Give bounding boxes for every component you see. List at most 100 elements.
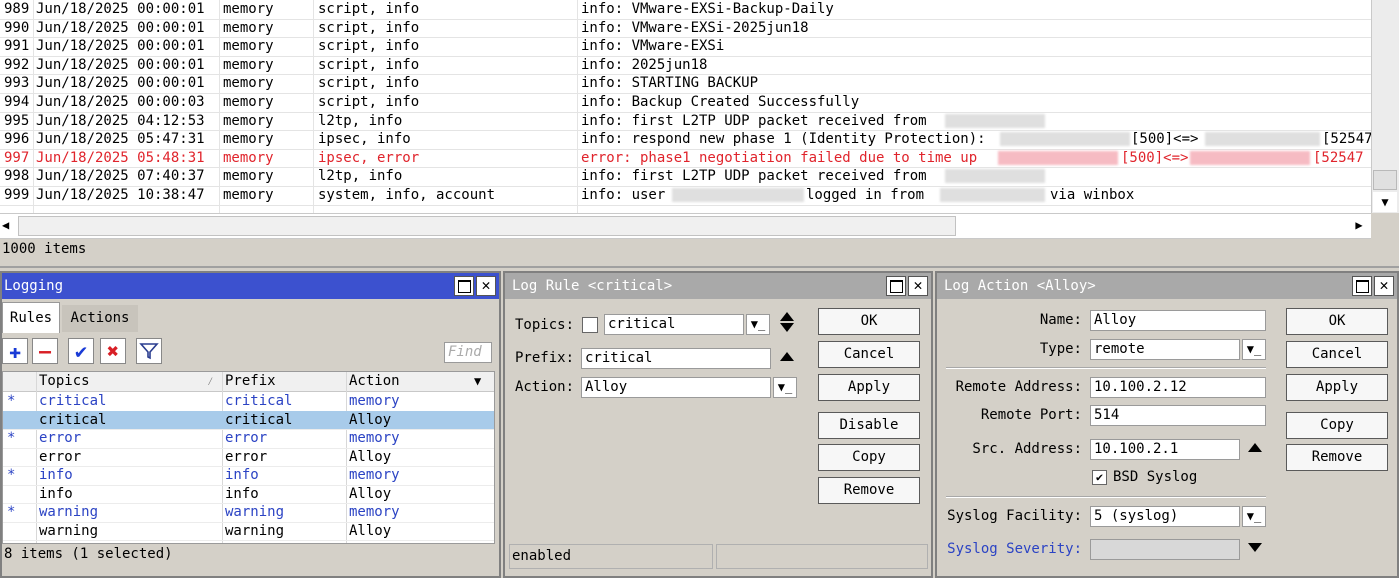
column-header-topics[interactable]: Topics — [39, 372, 90, 391]
filter-icon[interactable] — [136, 338, 162, 364]
syslog-facility-dropdown-arrow-icon[interactable]: ▼̲ — [1242, 506, 1266, 527]
log-row-buffer: memory — [223, 75, 274, 92]
log-row-buffer: memory — [223, 94, 274, 110]
remove-button[interactable]: Remove — [1286, 444, 1388, 471]
rules-table[interactable]: Topics ⁄ Prefix Action ▼ * critical critic… — [2, 371, 495, 544]
log-row[interactable]: 994 Jun/18/2025 00:00:03 memory script, inf… — [0, 93, 1371, 113]
log-row[interactable]: 991 Jun/18/2025 00:00:01 memory script, inf… — [0, 37, 1371, 57]
maximize-icon[interactable] — [454, 276, 474, 296]
log-row-message: info: 2025jun18 — [581, 56, 708, 73]
topics-dropdown-arrow-icon[interactable]: ▼̲ — [746, 314, 770, 335]
column-header-action[interactable]: Action — [349, 372, 400, 391]
action-select[interactable]: Alloy — [581, 377, 771, 398]
topics-negate-checkbox[interactable] — [582, 317, 598, 333]
apply-button[interactable]: Apply — [818, 374, 920, 401]
bsd-syslog-checkbox[interactable]: ✔ — [1092, 470, 1107, 485]
log-row[interactable]: 989 Jun/18/2025 00:00:01 memory script, inf… — [0, 0, 1371, 20]
find-input[interactable]: Find — [444, 342, 492, 363]
log-row-topics: ipsec, error — [318, 149, 420, 166]
copy-button[interactable]: Copy — [818, 444, 920, 471]
rule-row[interactable]: warning warning Alloy — [3, 522, 494, 542]
rule-row[interactable]: info info Alloy — [3, 485, 494, 505]
log-row[interactable]: 997 Jun/18/2025 05:48:31 memory ipsec, erro… — [0, 149, 1371, 169]
name-input[interactable]: Alloy — [1090, 310, 1266, 331]
remote-address-input[interactable]: 10.100.2.12 — [1090, 377, 1266, 398]
rule-row-action: memory — [349, 430, 400, 447]
close-icon[interactable]: ✕ — [476, 276, 496, 296]
scroll-left-arrow-icon[interactable]: ◀ — [2, 216, 16, 234]
log-row-time: Jun/18/2025 00:00:01 — [36, 75, 205, 92]
log-row[interactable]: 996 Jun/18/2025 05:47:31 memory ipsec, info… — [0, 130, 1371, 150]
log-action-titlebar[interactable]: Log Action <Alloy> ✕ — [937, 273, 1397, 299]
log-row[interactable]: 992 Jun/18/2025 00:00:01 memory script, inf… — [0, 56, 1371, 76]
move-down-icon[interactable] — [780, 323, 794, 332]
log-row-topics: system, info, account — [318, 187, 496, 203]
column-header-prefix[interactable]: Prefix — [225, 372, 276, 391]
maximize-icon[interactable] — [886, 276, 906, 296]
log-row[interactable]: 998 Jun/18/2025 07:40:37 memory l2tp, info i… — [0, 167, 1371, 187]
enable-check-icon[interactable]: ✔ — [68, 338, 94, 364]
log-row-topics: l2tp, info — [318, 168, 403, 185]
scroll-right-arrow-icon[interactable]: ▶ — [1351, 216, 1367, 234]
rule-row-action: memory — [349, 467, 400, 484]
vertical-scroll-thumb[interactable] — [1373, 170, 1397, 190]
type-dropdown-arrow-icon[interactable]: ▼̲ — [1242, 339, 1266, 360]
log-rule-titlebar[interactable]: Log Rule <critical> ✕ — [505, 273, 931, 299]
log-row-buffer: memory — [223, 168, 274, 185]
horizontal-scroll-thumb[interactable] — [18, 216, 956, 236]
disable-button[interactable]: Disable — [818, 412, 920, 439]
cancel-button[interactable]: Cancel — [818, 341, 920, 368]
maximize-icon[interactable] — [1352, 276, 1372, 296]
rule-row-action: Alloy — [349, 522, 392, 539]
action-label: Action: — [515, 379, 575, 395]
ok-button[interactable]: OK — [818, 308, 920, 335]
log-row-topics: ipsec, info — [318, 131, 411, 148]
remove-button[interactable]: Remove — [818, 477, 920, 504]
logging-titlebar[interactable]: Logging ✕ — [2, 273, 499, 299]
splitter[interactable] — [0, 266, 1399, 268]
rule-row[interactable]: * critical critical memory — [3, 392, 494, 412]
ok-button[interactable]: OK — [1286, 308, 1388, 335]
log-row-buffer: memory — [223, 131, 274, 148]
move-up-icon[interactable] — [780, 312, 794, 321]
tab-rules[interactable]: Rules — [2, 302, 60, 333]
remove-icon[interactable]: — — [32, 338, 58, 364]
apply-button[interactable]: Apply — [1286, 374, 1388, 401]
syslog-facility-select[interactable]: 5 (syslog) — [1090, 506, 1240, 527]
action-dropdown-arrow-icon[interactable]: ▼̲ — [773, 377, 797, 398]
disable-x-icon[interactable]: ✖ — [100, 338, 126, 364]
log-row-topics: script, info — [318, 94, 420, 110]
src-address-input[interactable]: 10.100.2.1 — [1090, 439, 1240, 460]
log-row[interactable]: 995 Jun/18/2025 04:12:53 memory l2tp, info i… — [0, 112, 1371, 132]
rule-row[interactable]: * info info memory — [3, 466, 494, 486]
log-row[interactable]: 990 Jun/18/2025 00:00:01 memory script, inf… — [0, 19, 1371, 39]
add-icon[interactable]: ✚ — [2, 338, 28, 364]
column-menu-arrow-icon[interactable]: ▼ — [474, 372, 481, 391]
collapse-prefix-icon[interactable] — [780, 352, 794, 361]
prefix-input[interactable]: critical — [581, 348, 771, 369]
rule-row[interactable]: * error error memory — [3, 429, 494, 449]
log-row-number: 996 — [4, 131, 30, 148]
remote-port-input[interactable]: 514 — [1090, 405, 1266, 426]
close-icon[interactable]: ✕ — [908, 276, 928, 296]
src-address-label: Src. Address: — [972, 441, 1082, 457]
syslog-severity-select[interactable] — [1090, 539, 1240, 560]
rule-row[interactable]: critical critical Alloy — [3, 410, 494, 431]
tab-actions[interactable]: Actions — [62, 305, 138, 332]
type-select[interactable]: remote — [1090, 339, 1240, 360]
log-table[interactable]: 989 Jun/18/2025 00:00:01 memory script, inf… — [0, 0, 1371, 213]
log-row[interactable]: 993 Jun/18/2025 00:00:01 memory script, inf… — [0, 74, 1371, 94]
log-row[interactable]: 999 Jun/18/2025 10:38:47 memory system, inf… — [0, 186, 1371, 206]
log-row-number: 992 — [4, 56, 30, 73]
close-icon[interactable]: ✕ — [1374, 276, 1394, 296]
topics-select[interactable]: critical — [604, 314, 744, 335]
rule-row[interactable]: error error Alloy — [3, 448, 494, 468]
scroll-down-arrow-icon[interactable]: ▼ — [1373, 192, 1397, 212]
cancel-button[interactable]: Cancel — [1286, 341, 1388, 368]
rule-row-topics: error — [39, 448, 82, 465]
rule-row-flag: * — [7, 467, 16, 484]
copy-button[interactable]: Copy — [1286, 412, 1388, 439]
syslog-severity-dropdown-arrow-icon[interactable] — [1248, 543, 1262, 552]
collapse-src-address-icon[interactable] — [1248, 443, 1262, 452]
rule-row[interactable]: * warning warning memory — [3, 503, 494, 523]
